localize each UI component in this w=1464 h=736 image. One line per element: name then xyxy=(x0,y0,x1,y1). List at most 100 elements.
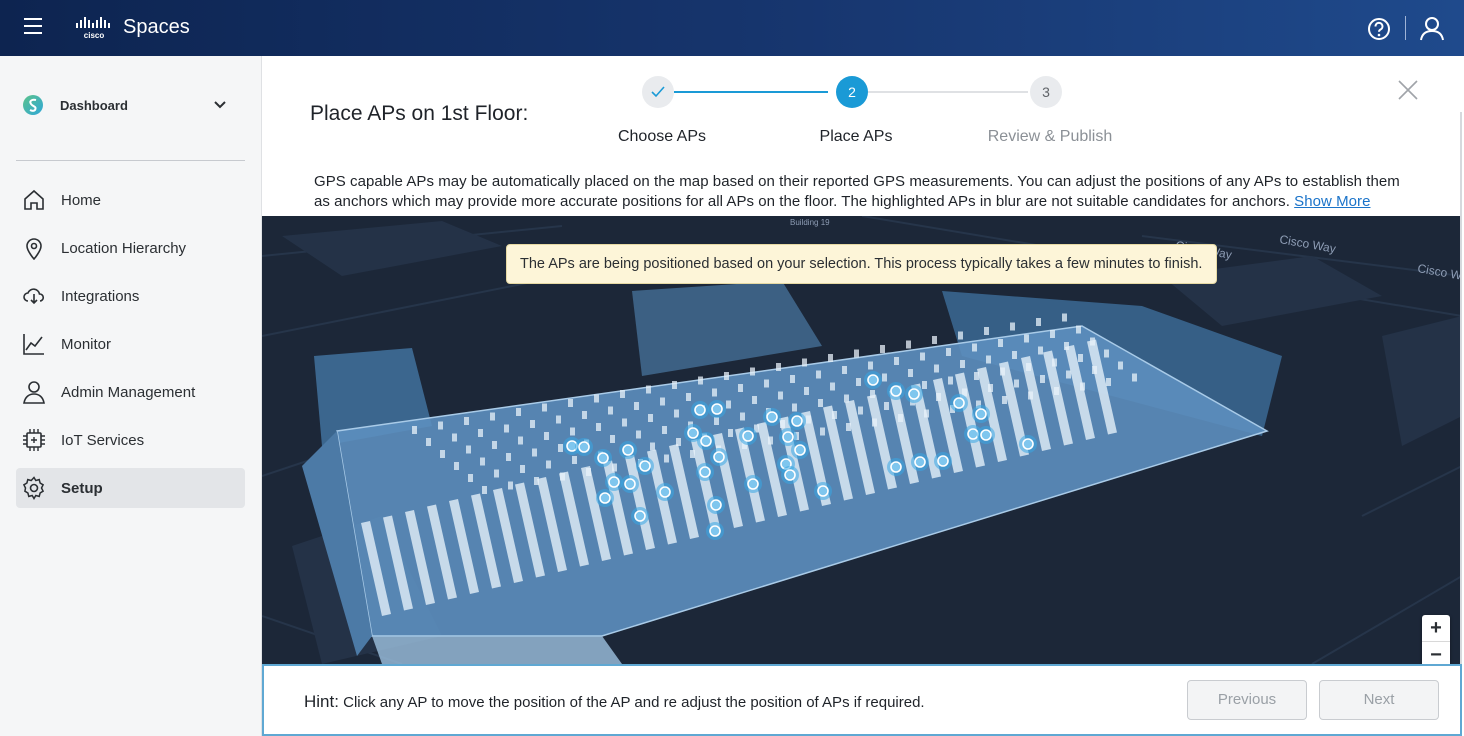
floor-room xyxy=(1066,370,1071,379)
next-button[interactable]: Next xyxy=(1319,680,1439,720)
hint-footer: Hint: Click any AP to move the position … xyxy=(262,664,1462,736)
sidebar-item-location-hierarchy[interactable]: Location Hierarchy xyxy=(16,228,245,268)
floor-room xyxy=(568,399,573,407)
ap-marker[interactable] xyxy=(619,441,637,459)
floor-room xyxy=(570,427,575,436)
ap-marker[interactable] xyxy=(887,382,905,400)
floor-room xyxy=(1012,351,1017,359)
ap-marker[interactable] xyxy=(631,507,649,525)
floor-room xyxy=(778,391,783,400)
ap-marker[interactable] xyxy=(781,466,799,484)
floor-room xyxy=(596,423,601,431)
floor-room xyxy=(478,429,483,437)
floor-room xyxy=(818,399,823,407)
step-connector-pending xyxy=(868,91,1028,93)
floor-room xyxy=(686,393,691,401)
ap-marker[interactable] xyxy=(763,408,781,426)
show-more-link[interactable]: Show More xyxy=(1294,193,1370,210)
ap-marker[interactable] xyxy=(950,394,968,412)
sidebar-item-admin-management[interactable]: Admin Management xyxy=(16,372,245,412)
floor-room xyxy=(884,402,889,410)
ap-marker[interactable] xyxy=(791,441,809,459)
sidebar: Dashboard Home Location Hierarchy Integr… xyxy=(0,56,262,736)
floor-room xyxy=(556,415,561,424)
floor-room xyxy=(622,418,627,427)
positioning-toast: The APs are being positioned based on yo… xyxy=(506,244,1217,284)
ap-marker[interactable] xyxy=(864,371,882,389)
floor-room xyxy=(854,349,859,358)
floor-room xyxy=(520,465,525,473)
previous-button[interactable]: Previous xyxy=(1187,680,1307,720)
step-3-circle[interactable]: 3 xyxy=(1030,76,1062,108)
floor-room xyxy=(660,397,665,406)
zoom-in-button[interactable]: + xyxy=(1422,615,1450,642)
ap-marker[interactable] xyxy=(972,405,990,423)
step-2-circle[interactable]: 2 xyxy=(836,76,868,108)
floor-room xyxy=(634,402,639,410)
sidebar-item-home[interactable]: Home xyxy=(16,180,245,220)
ap-marker[interactable] xyxy=(594,449,612,467)
help-icon[interactable] xyxy=(1366,16,1392,42)
floor-room xyxy=(662,426,667,434)
sidebar-item-monitor[interactable]: Monitor xyxy=(16,324,245,364)
ap-marker[interactable] xyxy=(911,453,929,471)
chevron-down-icon[interactable] xyxy=(214,100,226,110)
ap-marker[interactable] xyxy=(596,489,614,507)
zoom-out-button[interactable]: − xyxy=(1422,642,1450,664)
floor-room xyxy=(790,375,795,383)
ap-marker[interactable] xyxy=(621,475,639,493)
floor-room xyxy=(530,420,535,428)
floor-room xyxy=(844,394,849,403)
floor-room xyxy=(908,369,913,377)
floor-room xyxy=(816,370,821,379)
ap-marker[interactable] xyxy=(887,458,905,476)
dashboard-selector[interactable]: Dashboard xyxy=(20,90,235,120)
ap-marker[interactable] xyxy=(691,401,709,419)
floor-room xyxy=(932,336,937,344)
ap-marker[interactable] xyxy=(575,438,593,456)
ap-marker[interactable] xyxy=(814,482,832,500)
ap-marker[interactable] xyxy=(1019,435,1037,453)
ap-marker[interactable] xyxy=(707,496,725,514)
ap-marker[interactable] xyxy=(656,483,674,501)
scrollbar[interactable] xyxy=(1460,112,1462,664)
ap-marker[interactable] xyxy=(636,457,654,475)
floor-room xyxy=(984,327,989,335)
ap-marker[interactable] xyxy=(697,432,715,450)
user-icon[interactable] xyxy=(1419,15,1445,41)
ap-marker[interactable] xyxy=(696,463,714,481)
step-1-label[interactable]: Choose APs xyxy=(572,128,752,146)
ap-marker[interactable] xyxy=(710,448,728,466)
floor-room xyxy=(1040,375,1045,383)
floor-room xyxy=(776,363,781,371)
sidebar-item-integrations[interactable]: Integrations xyxy=(16,276,245,316)
sidebar-item-iot-services[interactable]: IoT Services xyxy=(16,420,245,460)
floor-room xyxy=(906,340,911,349)
floor-room xyxy=(946,348,951,356)
close-icon[interactable] xyxy=(1396,78,1420,102)
floor-room xyxy=(532,448,537,457)
ap-marker[interactable] xyxy=(605,473,623,491)
floor-room xyxy=(650,442,655,451)
floor-room xyxy=(494,469,499,478)
floor-room xyxy=(572,456,577,464)
floor-room xyxy=(560,472,565,481)
floor-room xyxy=(802,358,807,367)
floor-room xyxy=(518,436,523,445)
step-3-label[interactable]: Review & Publish xyxy=(960,128,1140,146)
ap-marker[interactable] xyxy=(788,412,806,430)
ap-marker[interactable] xyxy=(739,427,757,445)
menu-icon[interactable] xyxy=(24,18,44,38)
floor-room xyxy=(750,367,755,376)
ap-marker[interactable] xyxy=(977,426,995,444)
ap-marker[interactable] xyxy=(905,385,923,403)
step-2-label[interactable]: Place APs xyxy=(766,128,946,146)
ap-marker[interactable] xyxy=(744,475,762,493)
sidebar-item-setup[interactable]: Setup xyxy=(16,468,245,508)
floor-map[interactable]: Cisco Way Cisco Way Cisco W Building 19 … xyxy=(262,216,1462,664)
ap-marker[interactable] xyxy=(706,522,724,540)
ap-marker[interactable] xyxy=(708,400,726,418)
spaces-logo-icon xyxy=(23,95,43,115)
ap-marker[interactable] xyxy=(934,452,952,470)
step-1-circle[interactable] xyxy=(642,76,674,108)
